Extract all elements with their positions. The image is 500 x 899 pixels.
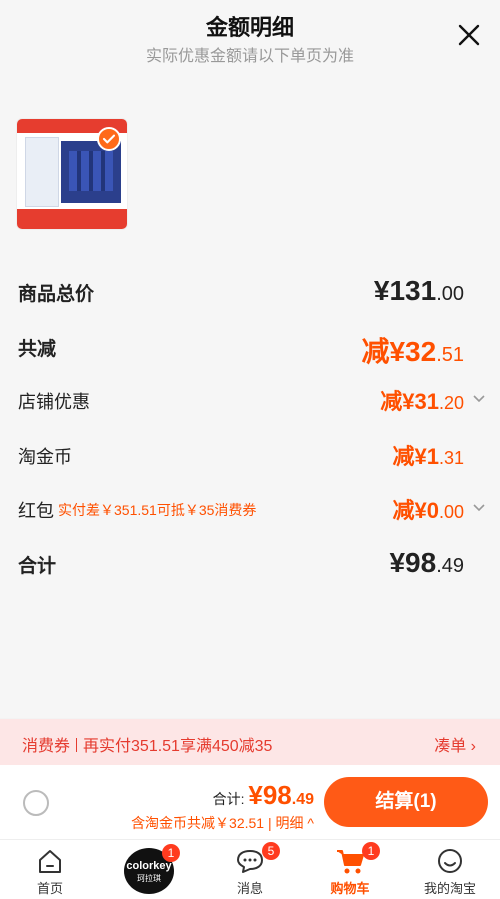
profile-face-icon — [438, 849, 462, 873]
coupon-promo-bar[interactable]: 消费券 再实付351.51享满450减35 凑单 › — [0, 719, 500, 765]
total-discount-row: 共减 减¥32.51 — [18, 330, 488, 367]
select-all-radio[interactable] — [23, 790, 49, 816]
checkout-button[interactable]: 结算(1) — [324, 777, 488, 827]
checkmark-icon — [97, 127, 121, 151]
red-packet-value: 减¥0.00 — [392, 498, 464, 523]
close-icon[interactable] — [456, 22, 482, 48]
taojinbi-row: 淘金币 减¥1.31 — [18, 439, 488, 473]
detail-toggle-link[interactable]: 明细 ^ — [276, 815, 314, 831]
taojinbi-label: 淘金币 — [18, 447, 72, 467]
tab-home[interactable]: 首页 — [0, 840, 100, 899]
tab-messages[interactable]: 5 消息 — [200, 840, 300, 899]
tab-my-taobao[interactable]: 我的淘宝 — [400, 840, 500, 899]
sum-value: ¥98.49 — [389, 547, 464, 578]
total-discount-label: 共减 — [18, 339, 57, 360]
red-packet-note: 实付差￥351.51可抵￥35消费券 — [58, 502, 257, 518]
shop-discount-value: 减¥31.20 — [380, 389, 464, 414]
cart-badge: 1 — [362, 842, 380, 860]
shop-discount-row[interactable]: 店铺优惠 减¥31.20 — [18, 384, 488, 418]
home-icon — [39, 850, 61, 873]
product-box-white — [25, 137, 59, 207]
promo-text: 消费券 再实付351.51享满450减35 — [22, 738, 273, 755]
tab-cart-label: 购物车 — [330, 881, 370, 896]
tab-home-label: 首页 — [36, 881, 63, 896]
add-items-link[interactable]: 凑单 › — [434, 732, 476, 756]
taojinbi-value: 减¥1.31 — [392, 444, 464, 469]
total-discount-value: 减¥32.51 — [361, 336, 464, 367]
total-price-label: 商品总价 — [18, 284, 95, 305]
tab-messages-label: 消息 — [236, 881, 263, 896]
bottom-tab-bar: 首页 5 消息 1 购物车 我的淘宝 — [0, 839, 500, 899]
sheet-title: 金额明细 — [205, 15, 294, 40]
chevron-down-icon[interactable] — [472, 501, 486, 515]
sum-row: 合计 ¥98.49 — [18, 547, 488, 581]
tab-cart[interactable]: 1 购物车 — [300, 840, 400, 899]
chevron-down-icon[interactable] — [472, 392, 486, 406]
tab-my-taobao-label: 我的淘宝 — [423, 881, 476, 896]
total-price-value: ¥131.00 — [373, 275, 464, 306]
checkout-discount-summary: 含淘金币共减￥32.51 | 明细 ^ — [131, 815, 314, 831]
brand-badge: 1 — [162, 844, 180, 862]
shop-discount-label: 店铺优惠 — [18, 392, 90, 412]
product-thumbnail — [16, 118, 128, 230]
total-price-row: 商品总价 ¥131.00 — [18, 275, 488, 309]
sheet-subtitle: 实际优惠金额请以下单页为准 — [145, 48, 354, 65]
sum-label: 合计 — [18, 556, 57, 577]
product-footer-strip — [17, 209, 127, 229]
checkout-total: 合计: ¥98.49 — [212, 780, 314, 810]
red-packet-label: 红包 — [18, 501, 54, 521]
checkout-bar: 合计: ¥98.49 含淘金币共减￥32.51 | 明细 ^ 结算(1) — [0, 765, 500, 839]
amount-detail-sheet: 金额明细 实际优惠金额请以下单页为准 商品总价 ¥131.00 共减 减¥32.… — [0, 0, 500, 718]
red-packet-row[interactable]: 红包 实付差￥351.51可抵￥35消费券 减¥0.00 — [18, 493, 488, 527]
messages-badge: 5 — [262, 842, 280, 860]
